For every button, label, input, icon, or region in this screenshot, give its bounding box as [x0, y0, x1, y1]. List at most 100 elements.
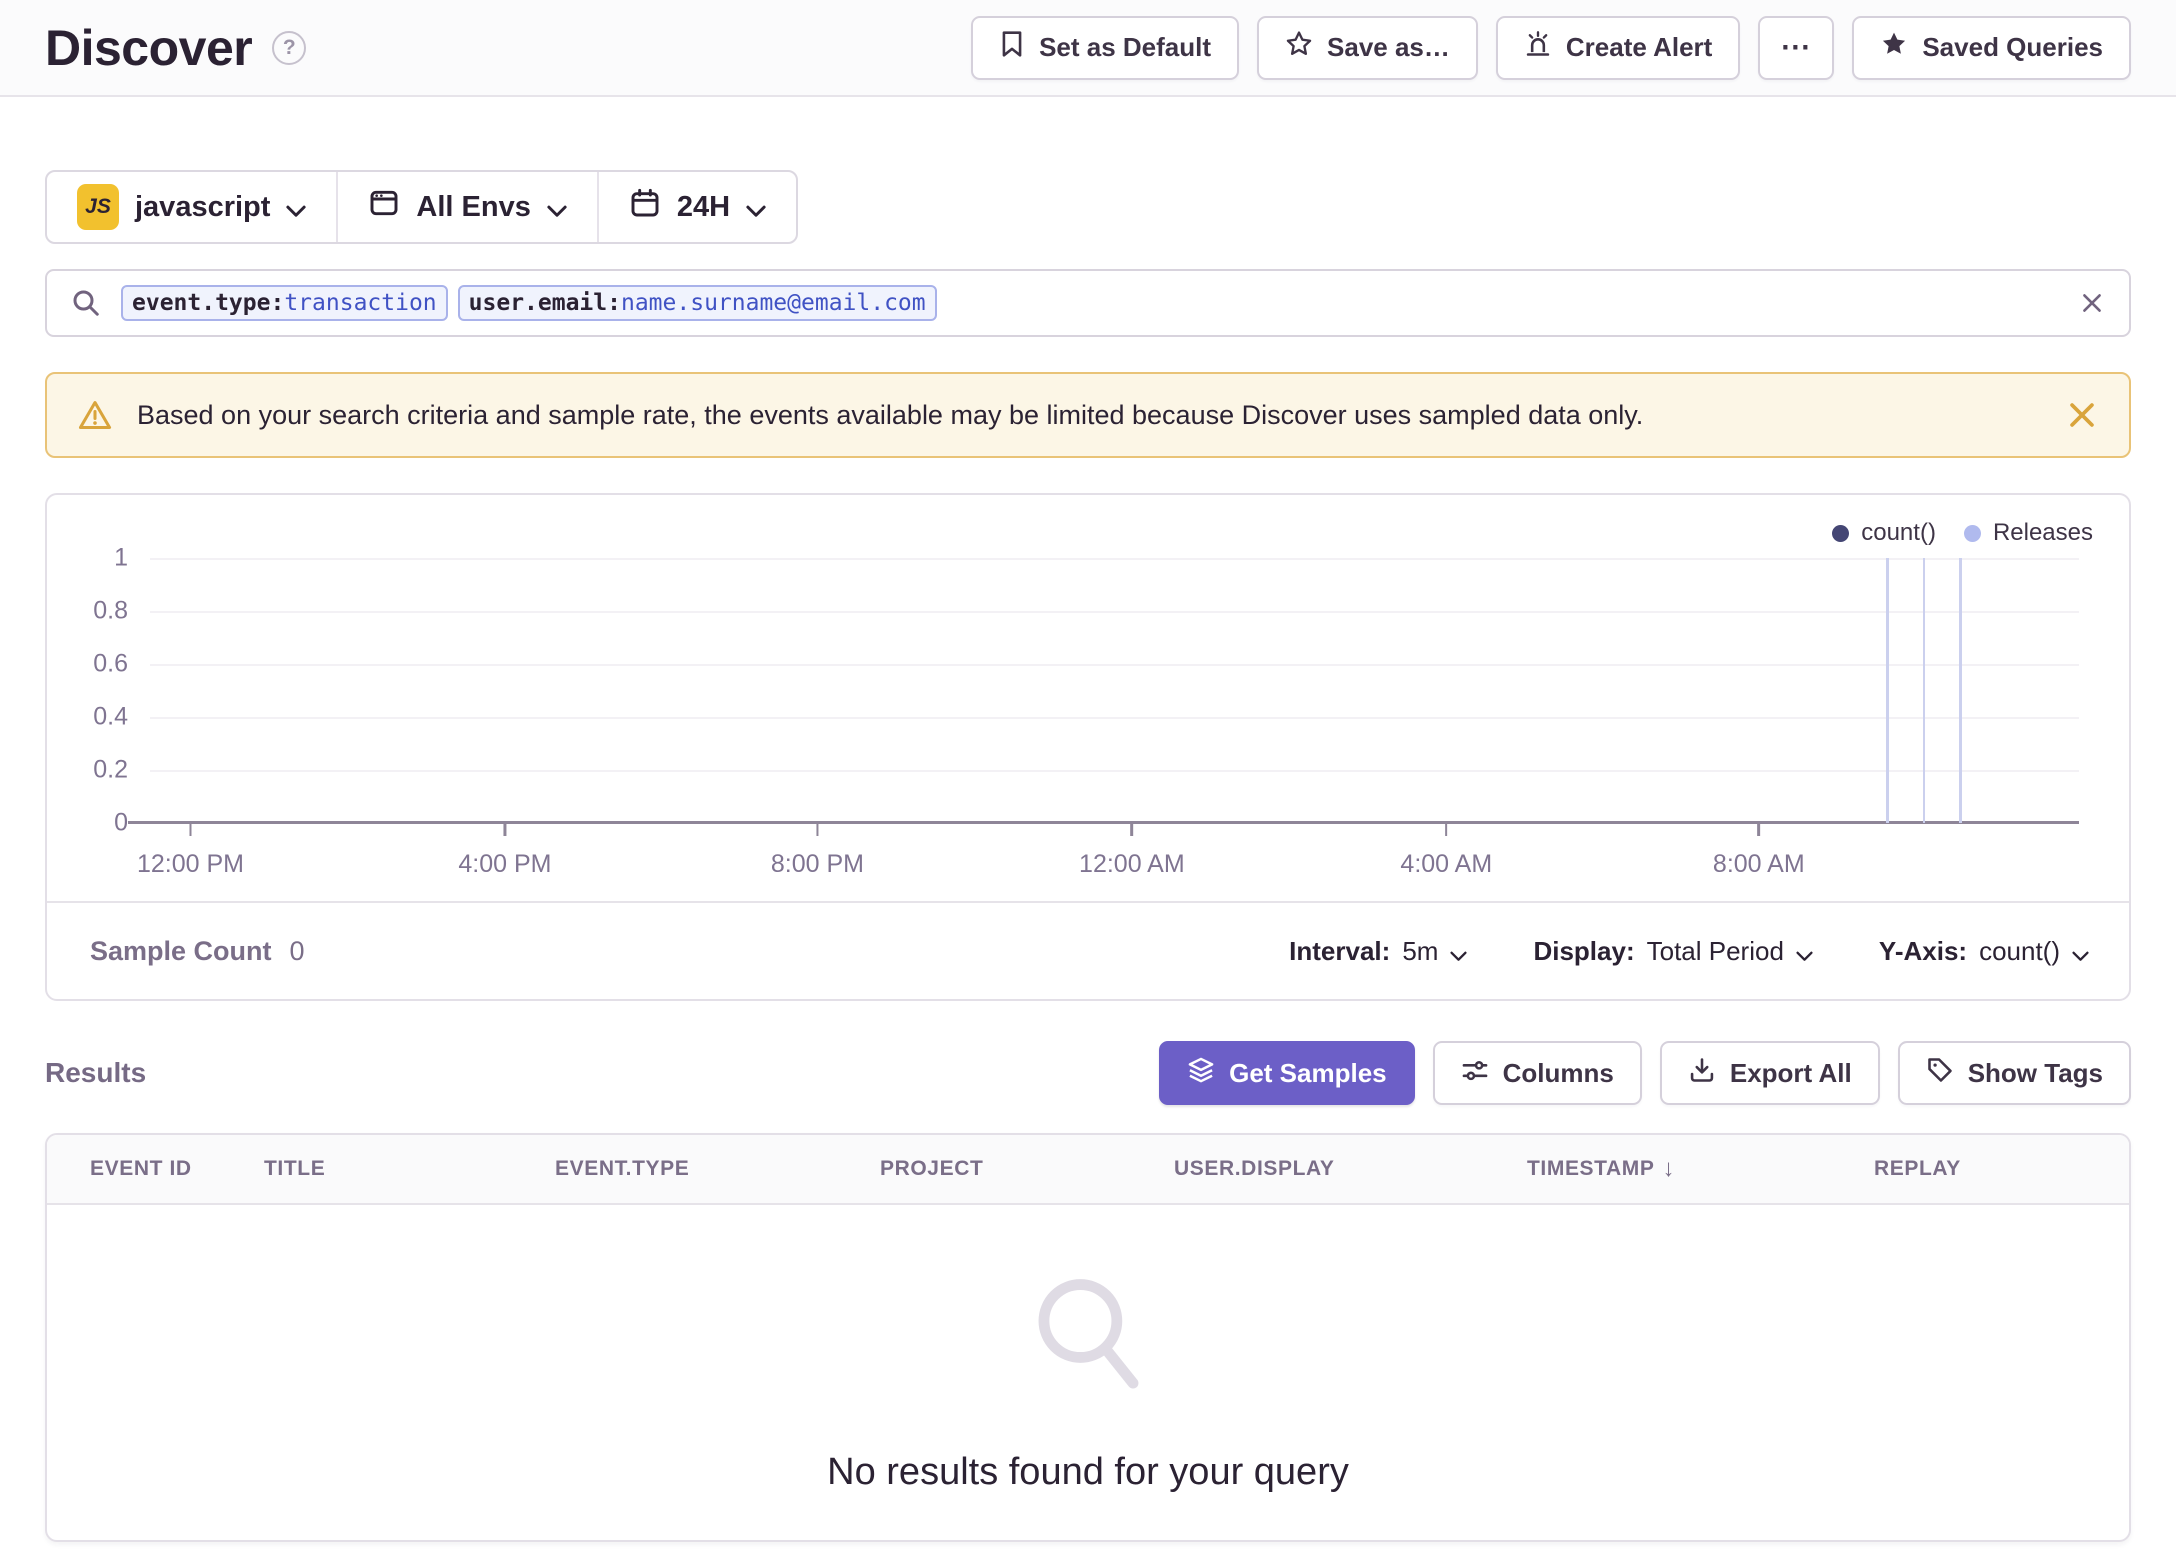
more-options-button[interactable]: ⋯	[1758, 15, 1835, 80]
sort-desc-arrow-icon: ↓	[1662, 1155, 1676, 1182]
sampled-data-warning-banner: Based on your search criteria and sample…	[45, 372, 2131, 458]
tag-icon	[1926, 1056, 1954, 1091]
bookmark-icon	[999, 30, 1025, 65]
ellipsis-icon: ⋯	[1780, 31, 1813, 64]
x-axis-tick: 12:00 AM	[1079, 823, 1185, 879]
chevron-down-icon	[286, 193, 307, 226]
set-as-default-button[interactable]: Set as Default	[971, 15, 1240, 80]
header-actions: Set as Default Save as… Create Alert ⋯ S…	[971, 15, 2131, 80]
download-icon	[1688, 1056, 1716, 1091]
gridline	[150, 611, 2079, 613]
tick-mark	[1757, 823, 1761, 836]
column-header-replay[interactable]: REPLAY	[1874, 1157, 2129, 1181]
gridline	[150, 558, 2079, 560]
show-tags-button[interactable]: Show Tags	[1897, 1041, 2131, 1105]
x-axis-tick: 4:00 PM	[458, 823, 551, 879]
release-marker-line[interactable]	[1886, 558, 1889, 823]
column-header-event-id[interactable]: EVENT ID	[90, 1157, 264, 1181]
release-marker-line[interactable]	[1922, 558, 1926, 823]
y-axis-tick-label: 1	[114, 543, 128, 572]
column-header-timestamp[interactable]: TIMESTAMP ↓	[1527, 1155, 1874, 1183]
project-filter-label: javascript	[135, 190, 271, 223]
y-axis-tick-label: 0.6	[93, 649, 128, 678]
tick-mark	[189, 823, 192, 836]
environment-filter-label: All Envs	[416, 190, 531, 223]
x-axis-tick: 4:00 AM	[1400, 823, 1492, 879]
column-header-user-display[interactable]: USER.DISPLAY	[1174, 1157, 1527, 1181]
releases-series-dot-icon	[1963, 524, 1981, 542]
release-marker-line[interactable]	[1959, 558, 1962, 823]
y-axis-tick-label: 0	[114, 808, 128, 837]
page-filter-bar: JS javascript All Envs 24H	[45, 170, 799, 244]
search-token[interactable]: event.type:transaction	[121, 285, 448, 321]
columns-button[interactable]: Columns	[1432, 1041, 1642, 1105]
y-axis-dropdown[interactable]: Y-Axis: count()	[1879, 934, 2089, 969]
search-icon	[71, 288, 101, 318]
warning-triangle-icon	[77, 397, 113, 433]
x-axis-tick: 12:00 PM	[137, 823, 244, 879]
column-header-title[interactable]: TITLE	[264, 1157, 555, 1181]
x-axis-tick: 8:00 AM	[1713, 823, 1805, 879]
sample-count-label: Sample Count	[90, 935, 272, 966]
y-axis-tick-label: 0.8	[93, 596, 128, 625]
project-filter-dropdown[interactable]: JS javascript	[47, 172, 336, 242]
chevron-down-icon	[1796, 938, 1813, 969]
page-title: Discover	[45, 19, 253, 76]
events-chart-card: count() Releases 1 0.8 0.6 0.4 0.2 0 12:…	[45, 493, 2131, 1001]
clear-search-icon[interactable]	[2079, 290, 2105, 316]
y-axis-tick-label: 0.2	[93, 755, 128, 784]
gridline	[150, 770, 2079, 772]
siren-icon	[1524, 30, 1552, 65]
empty-results-message: No results found for your query	[827, 1451, 1349, 1493]
column-header-event-type[interactable]: EVENT.TYPE	[555, 1157, 880, 1181]
warning-message: Based on your search criteria and sample…	[137, 399, 1644, 430]
time-range-dropdown[interactable]: 24H	[596, 172, 796, 242]
sliders-icon	[1461, 1056, 1489, 1091]
results-toolbar: Results Get Samples Columns Export All S…	[45, 1041, 2131, 1105]
environment-filter-dropdown[interactable]: All Envs	[336, 172, 596, 242]
chevron-down-icon	[547, 193, 567, 226]
search-query-input[interactable]: event.type:transaction user.email:name.s…	[45, 269, 2131, 337]
search-token-list: event.type:transaction user.email:name.s…	[121, 285, 2059, 321]
magnifier-empty-icon	[1021, 1267, 1156, 1407]
page-header: Discover ? Set as Default Save as… Creat…	[0, 0, 2176, 97]
results-heading: Results	[45, 1057, 147, 1088]
x-axis-tick: 8:00 PM	[771, 823, 864, 879]
display-dropdown[interactable]: Display: Total Period	[1533, 934, 1813, 969]
interval-dropdown[interactable]: Interval: 5m	[1289, 934, 1468, 969]
legend-item-count[interactable]: count()	[1832, 519, 1936, 547]
count-series-dot-icon	[1832, 524, 1850, 542]
export-all-button[interactable]: Export All	[1659, 1041, 1880, 1105]
search-token[interactable]: user.email:name.surname@email.com	[457, 285, 937, 321]
get-samples-button[interactable]: Get Samples	[1159, 1041, 1415, 1105]
gridline	[150, 664, 2079, 666]
chart-legend: count() Releases	[1832, 519, 2093, 547]
help-icon[interactable]: ?	[272, 30, 307, 65]
saved-queries-button[interactable]: Saved Queries	[1852, 15, 2131, 80]
star-outline-icon	[1285, 30, 1313, 65]
sample-count-value: 0	[289, 935, 305, 966]
time-range-label: 24H	[676, 190, 731, 223]
chart-plot-area: 1 0.8 0.6 0.4 0.2 0 12:00 PM 4:00 PM 8:0…	[93, 544, 2079, 878]
create-alert-button[interactable]: Create Alert	[1495, 15, 1741, 80]
chevron-down-icon	[2072, 938, 2089, 969]
stack-layers-icon	[1187, 1056, 1215, 1091]
javascript-platform-icon: JS	[77, 184, 119, 230]
tick-mark	[816, 823, 819, 836]
chevron-down-icon	[1450, 938, 1468, 969]
save-as-button[interactable]: Save as…	[1257, 15, 1478, 80]
chevron-down-icon	[746, 193, 766, 226]
sample-count: Sample Count 0	[90, 936, 305, 967]
empty-results-state: No results found for your query	[47, 1205, 2129, 1540]
tick-mark	[503, 823, 507, 836]
gridline	[150, 717, 2079, 719]
chart-footer: Sample Count 0 Interval: 5m Display: Tot…	[47, 901, 2129, 999]
legend-item-releases[interactable]: Releases	[1963, 519, 2093, 547]
column-header-project[interactable]: PROJECT	[880, 1157, 1174, 1181]
y-axis-tick-label: 0.4	[93, 702, 128, 731]
calendar-icon	[629, 187, 661, 227]
results-table: EVENT ID TITLE EVENT.TYPE PROJECT USER.D…	[45, 1133, 2131, 1542]
star-filled-icon	[1880, 30, 1908, 65]
window-icon	[368, 187, 400, 227]
dismiss-warning-icon[interactable]	[2065, 398, 2099, 432]
